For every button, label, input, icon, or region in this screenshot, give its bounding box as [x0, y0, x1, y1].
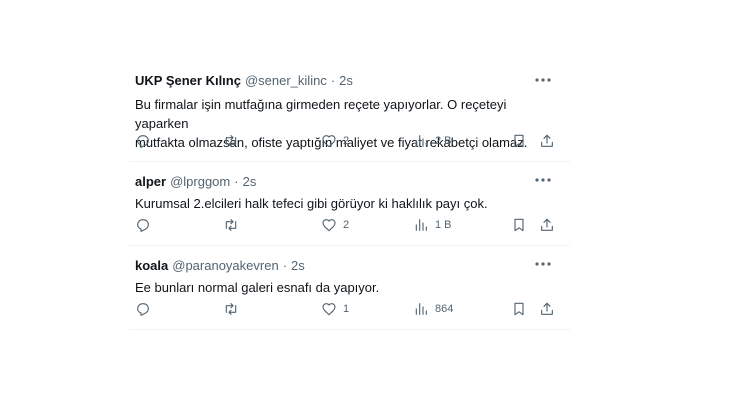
tweet[interactable]: UKP Şener Kılınç @sener_kilinc · 2s Bu f…: [129, 62, 570, 162]
reply-button[interactable]: [135, 131, 157, 151]
more-dots-icon: [535, 178, 551, 182]
action-bar: 2 2 B: [129, 131, 570, 151]
tweet-text: Kurumsal 2.elcileri halk tefeci gibi gör…: [135, 194, 560, 213]
bookmark-button[interactable]: [511, 299, 527, 319]
more-options-button[interactable]: [534, 72, 552, 88]
tweet-header: UKP Şener Kılınç @sener_kilinc · 2s: [135, 73, 353, 88]
author-name[interactable]: UKP Şener Kılınç: [135, 73, 241, 88]
share-upload-icon: [541, 134, 553, 147]
more-dots-icon: [535, 78, 551, 82]
share-button[interactable]: [539, 215, 555, 235]
bookmark-icon: [514, 302, 524, 316]
like-count: 1: [343, 303, 350, 315]
tweet-text: Ee bunları normal galeri esnafı da yapıy…: [135, 278, 560, 297]
views-button[interactable]: 1 B: [413, 215, 452, 235]
action-bar: 2 1 B: [129, 215, 570, 235]
views-button[interactable]: 864: [413, 299, 453, 319]
timestamp[interactable]: 2s: [339, 73, 353, 88]
timestamp[interactable]: 2s: [291, 258, 305, 273]
share-upload-icon: [541, 302, 553, 315]
like-button[interactable]: 1: [321, 299, 349, 319]
reply-button[interactable]: [135, 215, 157, 235]
share-upload-icon: [541, 218, 553, 231]
separator-dot: ·: [330, 73, 336, 88]
share-button[interactable]: [539, 299, 555, 319]
separator-dot: ·: [282, 258, 288, 273]
tweet-feed: UKP Şener Kılınç @sener_kilinc · 2s Bu f…: [129, 62, 570, 330]
more-options-button[interactable]: [534, 256, 552, 272]
heart-icon: [322, 135, 336, 148]
tweet-text-line: Ee bunları normal galeri esnafı da yapıy…: [135, 280, 380, 295]
tweet[interactable]: koala @paranoyakevren · 2s Ee bunları no…: [129, 246, 570, 330]
view-count: 2 B: [435, 135, 452, 147]
retweet-button[interactable]: [223, 299, 245, 319]
author-handle[interactable]: @sener_kilinc: [245, 73, 327, 88]
like-count: 2: [343, 135, 350, 147]
retweet-arrows-icon: [225, 135, 237, 147]
tweet-header: koala @paranoyakevren · 2s: [135, 258, 305, 273]
timestamp[interactable]: 2s: [243, 174, 257, 189]
retweet-arrows-icon: [225, 303, 237, 315]
view-count: 1 B: [435, 219, 452, 231]
retweet-button[interactable]: [223, 215, 245, 235]
reply-bubble-icon: [137, 135, 149, 148]
analytics-bars-icon: [415, 219, 427, 231]
tweet-header: alper @lprggom · 2s: [135, 174, 256, 189]
reply-button[interactable]: [135, 299, 157, 319]
heart-icon: [322, 303, 336, 316]
heart-icon: [322, 219, 336, 232]
separator-dot: ·: [234, 174, 239, 189]
reply-bubble-icon: [137, 303, 149, 316]
author-handle[interactable]: @paranoyakevren: [172, 258, 278, 273]
more-dots-icon: [535, 262, 551, 266]
view-count: 864: [435, 303, 454, 315]
analytics-bars-icon: [415, 303, 427, 315]
retweet-arrows-icon: [225, 219, 237, 231]
tweet[interactable]: alper @lprggom · 2s Kurumsal 2.elcileri …: [129, 162, 570, 246]
views-button[interactable]: 2 B: [413, 131, 452, 151]
like-count: 2: [343, 219, 350, 231]
reply-bubble-icon: [137, 219, 149, 232]
like-button[interactable]: 2: [321, 131, 349, 151]
author-name[interactable]: alper: [135, 174, 166, 189]
bookmark-icon: [514, 134, 524, 148]
tweet-text-line: Kurumsal 2.elcileri halk tefeci gibi gör…: [135, 196, 488, 211]
like-button[interactable]: 2: [321, 215, 349, 235]
retweet-button[interactable]: [223, 131, 245, 151]
share-button[interactable]: [539, 131, 555, 151]
action-bar: 1 864: [129, 299, 570, 319]
bookmark-icon: [514, 218, 524, 232]
author-name[interactable]: koala: [135, 258, 168, 273]
more-options-button[interactable]: [534, 172, 552, 188]
bookmark-button[interactable]: [511, 131, 527, 151]
author-handle[interactable]: @lprggom: [170, 174, 230, 189]
analytics-bars-icon: [415, 135, 427, 147]
tweet-text-line: Bu firmalar işin mutfağına girmeden reçe…: [135, 97, 507, 131]
bookmark-button[interactable]: [511, 215, 527, 235]
